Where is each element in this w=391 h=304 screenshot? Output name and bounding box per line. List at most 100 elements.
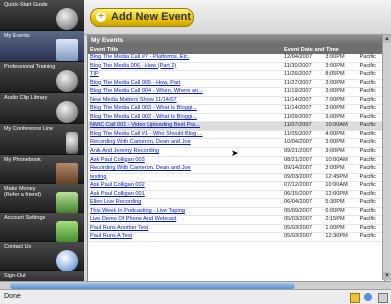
event-title-link[interactable]: Ask Paul Colligan 002 xyxy=(88,181,282,191)
sidebar-item-audio-clip-library[interactable]: Audio Clip Library xyxy=(0,93,84,124)
plus-icon: + xyxy=(96,12,106,22)
sidebar-item-label: My Phonebook xyxy=(4,157,41,163)
event-date: 06/04/2007 xyxy=(282,198,324,208)
event-time: 4:00PM xyxy=(323,130,358,140)
mail-icon xyxy=(56,250,78,272)
event-time: 10:00AM xyxy=(323,181,358,191)
event-title-link[interactable]: Blog The Media Call 005 - How, Part xyxy=(88,79,282,89)
event-timezone: Pacific xyxy=(357,96,384,106)
lock-icon xyxy=(350,293,360,303)
table-row[interactable]: Paul Runs Another Test 05/03/2007 1:00PM Pa… xyxy=(88,224,384,234)
events-table: Event Title Event Date and Time Blog The… xyxy=(88,46,384,243)
event-title-link[interactable]: Ask Paul Colligan 003 xyxy=(88,156,282,166)
event-timezone: Pacific xyxy=(357,113,384,123)
sidebar-item-my-conference-line[interactable]: My Conference Line xyxy=(0,124,84,155)
toolbar: + Add New Event xyxy=(84,0,391,35)
event-title-link[interactable]: This Week In Podcasting - Live Taping xyxy=(88,207,282,217)
event-time: 3:00PM xyxy=(323,113,358,123)
add-new-event-label: Add New Event xyxy=(111,11,192,23)
vertical-scrollbar[interactable]: ▲ ▼ xyxy=(382,35,391,280)
table-row[interactable]: Live Demo Of Phone And Webcast 05/03/2007… xyxy=(88,215,384,225)
scroll-up-icon[interactable]: ▲ xyxy=(383,35,391,43)
table-row[interactable]: NMIC Call 001 - Video Uploading Best Pra… xyxy=(88,121,384,131)
table-row[interactable]: This Week In Podcasting - Live Taping 05/… xyxy=(88,207,384,217)
table-row[interactable]: Blog The Media Call 003 - What Is Bloggi… xyxy=(88,104,384,114)
table-row[interactable]: Blog The Media 006 - How (Part 2) 11/30/2… xyxy=(88,62,384,72)
event-time: 3:00PM xyxy=(323,79,358,89)
event-date: 11/07/2007 xyxy=(282,121,324,131)
event-title-link[interactable]: Blog The Media Call 004 - When, Where an… xyxy=(88,87,282,97)
event-title-link[interactable]: Blog The Media Call #1 - Who Should Blog… xyxy=(88,130,282,140)
event-title-link[interactable]: Blog The Media 006 - How (Part 2) xyxy=(88,62,282,72)
table-row[interactable]: Ask Paul Colligan 002 07/12/2007 10:00AM Pa… xyxy=(88,181,384,191)
table-row[interactable]: Blog The Media Call 005 - How, Part 11/27… xyxy=(88,79,384,89)
event-title-link[interactable]: Blog The Media Call #7 - Platforms, Etc. xyxy=(88,54,282,63)
event-title-link[interactable]: testing xyxy=(88,173,282,183)
event-time: 6:00PM xyxy=(323,207,358,217)
event-title-link[interactable]: Live Demo Of Phone And Webcast xyxy=(88,215,282,225)
table-row[interactable]: Recording With Cameron, Dean and Joe 10/0… xyxy=(88,138,384,148)
event-date: 11/19/2007 xyxy=(282,87,324,97)
sidebar-item-label: Account Settings xyxy=(4,215,46,221)
column-header-date[interactable]: Event Date and Time xyxy=(282,46,384,54)
sidebar-item-quick-start[interactable]: Quick-Start Guide xyxy=(0,0,84,31)
event-title-link[interactable]: Blog The Media Call 003 - What Is Bloggi… xyxy=(88,104,282,114)
event-date: 11/05/2007 xyxy=(282,130,324,140)
event-date: 09/21/2007 xyxy=(282,147,324,157)
sidebar-item-account-settings[interactable]: Account Settings xyxy=(0,213,84,243)
event-timezone: Pacific xyxy=(357,190,384,200)
event-time: 3:00PM xyxy=(323,104,358,114)
event-title-link[interactable]: TIP xyxy=(88,70,282,80)
column-header-title[interactable]: Event Title xyxy=(88,46,282,54)
table-row[interactable]: Recording With Cameron, Dean and Joe 09/1… xyxy=(88,164,384,174)
event-timezone: Pacific xyxy=(357,121,384,131)
event-title-link[interactable]: Paul Runs Another Test xyxy=(88,224,282,234)
event-title-link[interactable]: Ellen Live Recording xyxy=(88,198,282,208)
table-row[interactable]: testing 09/03/2007 12:45PM Pacific xyxy=(88,173,384,183)
table-row[interactable]: Blog The Media Call #1 - Who Should Blog… xyxy=(88,130,384,140)
event-time: 12:45PM xyxy=(323,173,358,183)
event-date: 09/14/2007 xyxy=(282,164,324,174)
event-time: 10:00AM xyxy=(323,156,358,166)
table-row[interactable]: Ask Paul Colligan 001 06/15/2007 12:00PM Pa… xyxy=(88,190,384,200)
globe-icon xyxy=(56,8,78,30)
table-row[interactable]: Ellen Live Recording 06/04/2007 5:30PM Paci… xyxy=(88,198,384,208)
table-row[interactable]: New Media Matters Show 11/14/07 11/14/200… xyxy=(88,96,384,106)
person-icon xyxy=(56,70,78,92)
event-date: 11/14/2007 xyxy=(282,96,324,106)
event-date: 10/04/2007 xyxy=(282,138,324,148)
zoom-icon xyxy=(378,293,388,303)
event-time: 3:00PM xyxy=(323,147,358,157)
sidebar-item-label: My Events xyxy=(4,33,30,39)
add-new-event-button[interactable]: + Add New Event xyxy=(90,8,194,27)
money-icon xyxy=(56,192,78,214)
table-row[interactable]: Blog The Media Call 004 - When, Where an… xyxy=(88,87,384,97)
event-title-link[interactable]: Recording With Cameron, Dean and Joe xyxy=(88,164,282,174)
event-title-link[interactable]: New Media Matters Show 11/14/07 xyxy=(88,96,282,106)
event-title-link[interactable]: Recording With Cameron, Dean and Joe xyxy=(88,138,282,148)
table-row[interactable]: Blog The Media Call 002 - What Is Bloggi… xyxy=(88,113,384,123)
sidebar-item-make-money[interactable]: Make Money (Refer a friend) xyxy=(0,184,84,214)
event-title-link[interactable]: Paul Runs A Test xyxy=(88,232,282,243)
phone-icon xyxy=(66,132,78,154)
sidebar-item-label: Audio Clip Library xyxy=(4,95,48,101)
sidebar-item-my-events[interactable]: My Events xyxy=(0,31,84,62)
table-row[interactable]: TIP 11/26/2007 8:05PM Pacific xyxy=(88,70,384,80)
event-timezone: Pacific xyxy=(357,147,384,157)
event-time: 3:00PM xyxy=(323,54,358,63)
event-date: 06/15/2007 xyxy=(282,190,324,200)
event-date: 11/27/2007 xyxy=(282,79,324,89)
scroll-down-icon[interactable]: ▼ xyxy=(383,272,391,280)
event-timezone: Pacific xyxy=(357,198,384,208)
sidebar-item-contact-us[interactable]: Contact Us xyxy=(0,242,84,272)
event-title-link[interactable]: Blog The Media Call 002 - What Is Bloggi… xyxy=(88,113,282,123)
event-title-link[interactable]: Ask Paul Colligan 001 xyxy=(88,190,282,200)
table-row[interactable]: Blog The Media Call #7 - Platforms, Etc.… xyxy=(88,54,384,63)
table-row[interactable]: Paul Runs A Test 05/03/2007 12:30PM Pacific xyxy=(88,232,384,243)
event-timezone: Pacific xyxy=(357,138,384,148)
sidebar-item-my-phonebook[interactable]: My Phonebook xyxy=(0,155,84,185)
event-time: 12:00PM xyxy=(323,190,358,200)
event-title-link[interactable]: Anik And Jeremy Recording xyxy=(88,147,282,157)
event-title-link[interactable]: NMIC Call 001 - Video Uploading Best Pra… xyxy=(88,121,282,131)
sidebar-item-professional-training[interactable]: Professional Training xyxy=(0,62,84,93)
